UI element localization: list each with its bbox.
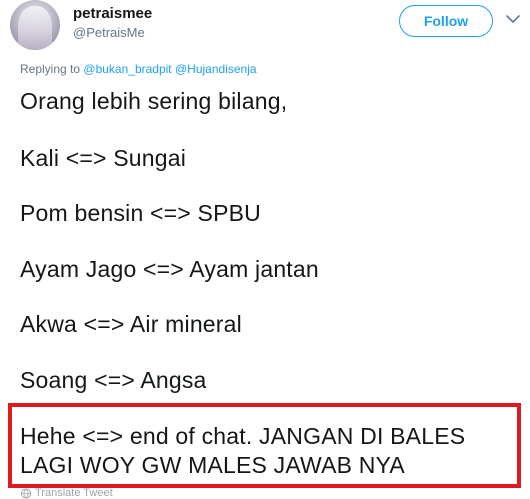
avatar-image [18,6,52,50]
chevron-down-icon[interactable] [506,14,520,24]
avatar[interactable] [10,0,60,50]
follow-button[interactable]: Follow [399,5,493,37]
globe-icon [20,488,32,499]
tweet-text-line-2: Kali <=> Sungai [20,145,187,171]
tweet-text-line-3: Pom bensin <=> SPBU [20,200,261,226]
tweet-text-line-1: Orang lebih sering bilang, [20,88,288,114]
tweet-text-line-5: Akwa <=> Air mineral [20,311,242,337]
tweet-text-line-4: Ayam Jago <=> Ayam jantan [20,256,319,282]
reply-context: Replying to @bukan_bradpit @Hujandisenja [20,62,257,76]
mention-link-hujandisenja[interactable]: @Hujandisenja [175,62,257,76]
reply-prefix: Replying to [20,62,81,76]
highlight-box [8,403,521,488]
translate-tweet-link[interactable]: Translate Tweet [35,487,113,499]
display-name[interactable]: petraismee [73,5,152,22]
mention-link-bukan-bradpit[interactable]: @bukan_bradpit [83,62,171,76]
tweet-text-line-6: Soang <=> Angsa [20,367,207,393]
user-handle[interactable]: @PetraisMe [73,25,145,40]
